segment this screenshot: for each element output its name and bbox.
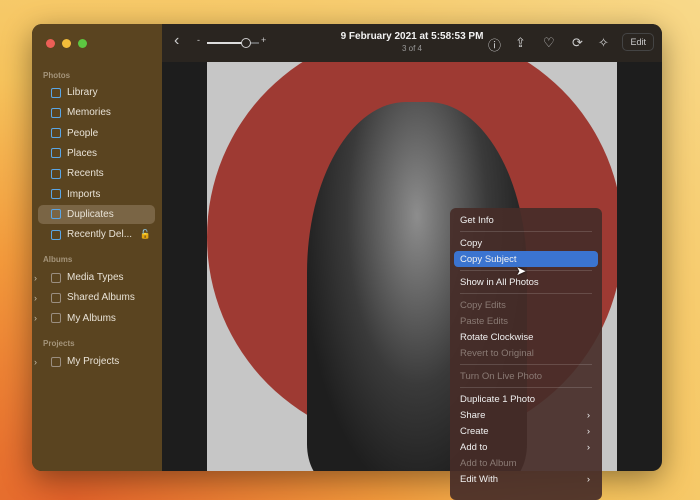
- toolbar: ‹ - + 9 February 2021 at 5:58:53 PM 3 of…: [162, 24, 662, 62]
- sidebar-item-places[interactable]: Places: [38, 144, 155, 163]
- menu-item-label: Copy: [460, 237, 483, 249]
- photo-counter: 3 of 4: [401, 44, 422, 53]
- sidebar: Photos Library Memories People Places Recent…: [32, 24, 162, 471]
- sidebar-item-my-projects[interactable]: › My Projects: [34, 352, 155, 371]
- chevron-right-icon[interactable]: ›: [34, 357, 37, 367]
- section-albums: Albums: [43, 255, 73, 264]
- menu-item-label: Copy Edits: [460, 299, 506, 311]
- menu-item-duplicate-1-photo[interactable]: Duplicate 1 Photo: [454, 391, 598, 407]
- zoom-button[interactable]: [78, 39, 87, 48]
- menu-item-edit-with[interactable]: Edit With ›: [454, 471, 598, 487]
- menu-item-label: Edit With: [460, 473, 499, 485]
- imports-icon: [51, 189, 61, 199]
- memories-icon: [51, 107, 61, 118]
- menu-item-label: Paste Edits: [460, 315, 509, 327]
- chevron-right-icon: ›: [586, 441, 590, 453]
- magic-wand-icon[interactable]: ✧: [598, 35, 609, 51]
- sidebar-item-media-types[interactable]: › Media Types: [34, 268, 155, 287]
- sidebar-item-label: My Albums: [67, 312, 116, 324]
- sidebar-item-label: People: [67, 127, 99, 139]
- menu-item-label: Add to: [460, 441, 488, 453]
- context-menu: Get Info Copy Copy Subject Show in All Phot…: [450, 208, 602, 500]
- people-icon: [51, 128, 61, 139]
- duplicates-icon: [51, 209, 61, 220]
- menu-item-get-info[interactable]: Get Info: [454, 212, 598, 228]
- menu-item-label: Add to Album: [460, 457, 517, 469]
- menu-separator: [460, 364, 592, 365]
- sidebar-item-label: Recently Del...: [67, 229, 133, 241]
- sidebar-item-recently-del-[interactable]: Recently Del... 🔓: [38, 225, 155, 244]
- menu-item-label: Copy Subject: [460, 253, 517, 265]
- sidebar-item-shared-albums[interactable]: › Shared Albums: [34, 288, 155, 307]
- sidebar-item-label: Recents: [67, 168, 104, 180]
- rotate-icon[interactable]: ⟳: [572, 35, 583, 51]
- sidebar-item-label: Duplicates: [67, 208, 114, 220]
- photo-date-title: 9 February 2021 at 5:58:53 PM: [340, 31, 484, 42]
- menu-item-revert-to-original: Revert to Original: [454, 345, 598, 361]
- menu-separator: [460, 293, 592, 294]
- sidebar-item-people[interactable]: People: [38, 124, 155, 143]
- menu-item-label: Get Info: [460, 214, 494, 226]
- chevron-right-icon: ›: [586, 425, 590, 437]
- edit-button[interactable]: Edit: [622, 33, 654, 51]
- sidebar-item-label: Shared Albums: [67, 292, 135, 304]
- menu-item-rotate-clockwise[interactable]: Rotate Clockwise: [454, 329, 598, 345]
- chevron-right-icon: ›: [586, 473, 590, 485]
- sidebar-item-library[interactable]: Library: [38, 83, 155, 102]
- menu-item-share[interactable]: Share ›: [454, 407, 598, 423]
- mouse-cursor-icon: ➤: [516, 264, 527, 278]
- menu-item-label: Duplicate 1 Photo: [460, 393, 535, 405]
- sidebar-item-label: Media Types: [67, 272, 124, 283]
- sidebar-item-label: Library: [67, 87, 98, 98]
- menu-item-create[interactable]: Create ›: [454, 423, 598, 439]
- menu-item-copy[interactable]: Copy: [454, 235, 598, 251]
- menu-item-label: Create: [460, 425, 489, 437]
- folder-icon: [51, 356, 61, 367]
- menu-item-label: Rotate Clockwise: [460, 331, 534, 343]
- menu-item-label: Share: [460, 409, 486, 421]
- section-projects: Projects: [43, 339, 75, 348]
- menu-item-add-to[interactable]: Add to ›: [454, 439, 598, 455]
- section-photos: Photos: [43, 71, 71, 80]
- folder-icon: [51, 292, 61, 303]
- folder-icon: [51, 313, 61, 324]
- sidebar-item-my-albums[interactable]: › My Albums: [34, 309, 155, 328]
- chevron-right-icon[interactable]: ›: [34, 273, 37, 283]
- minimize-button[interactable]: [62, 39, 71, 48]
- unlock-icon[interactable]: 🔓: [140, 229, 151, 240]
- menu-item-add-to-album: Add to Album: [454, 455, 598, 471]
- close-button[interactable]: [46, 39, 55, 48]
- sidebar-item-label: Memories: [67, 107, 111, 119]
- sidebar-item-label: Imports: [67, 188, 101, 200]
- chevron-right-icon: ›: [586, 409, 590, 421]
- menu-item-label: Show in All Photos: [460, 276, 539, 288]
- places-icon: [51, 148, 61, 159]
- share-icon[interactable]: ⇪: [515, 35, 526, 51]
- menu-item-label: Revert to Original: [460, 347, 534, 359]
- menu-item-label: Turn On Live Photo: [460, 370, 543, 382]
- sidebar-item-duplicates[interactable]: Duplicates: [38, 204, 155, 224]
- menu-separator: [460, 387, 592, 388]
- sidebar-item-imports[interactable]: Imports: [38, 185, 155, 204]
- info-icon[interactable]: ⓘ: [488, 35, 501, 54]
- chevron-right-icon[interactable]: ›: [34, 313, 37, 323]
- chevron-right-icon[interactable]: ›: [34, 293, 37, 303]
- sidebar-item-label: Places: [67, 147, 98, 159]
- trash-icon: [51, 229, 61, 240]
- menu-separator: [460, 231, 592, 232]
- heart-icon[interactable]: ♡: [543, 35, 555, 51]
- menu-item-turn-on-live-photo: Turn On Live Photo: [454, 368, 598, 384]
- folder-icon: [51, 272, 61, 283]
- sidebar-item-memories[interactable]: Memories: [38, 103, 155, 122]
- recents-icon: [51, 168, 61, 179]
- sidebar-item-recents[interactable]: Recents: [38, 164, 155, 183]
- sidebar-item-label: My Projects: [67, 356, 120, 367]
- menu-item-paste-edits: Paste Edits: [454, 313, 598, 329]
- menu-item-copy-edits: Copy Edits: [454, 297, 598, 313]
- window-controls: [46, 39, 87, 48]
- photo-library-icon: [51, 87, 61, 98]
